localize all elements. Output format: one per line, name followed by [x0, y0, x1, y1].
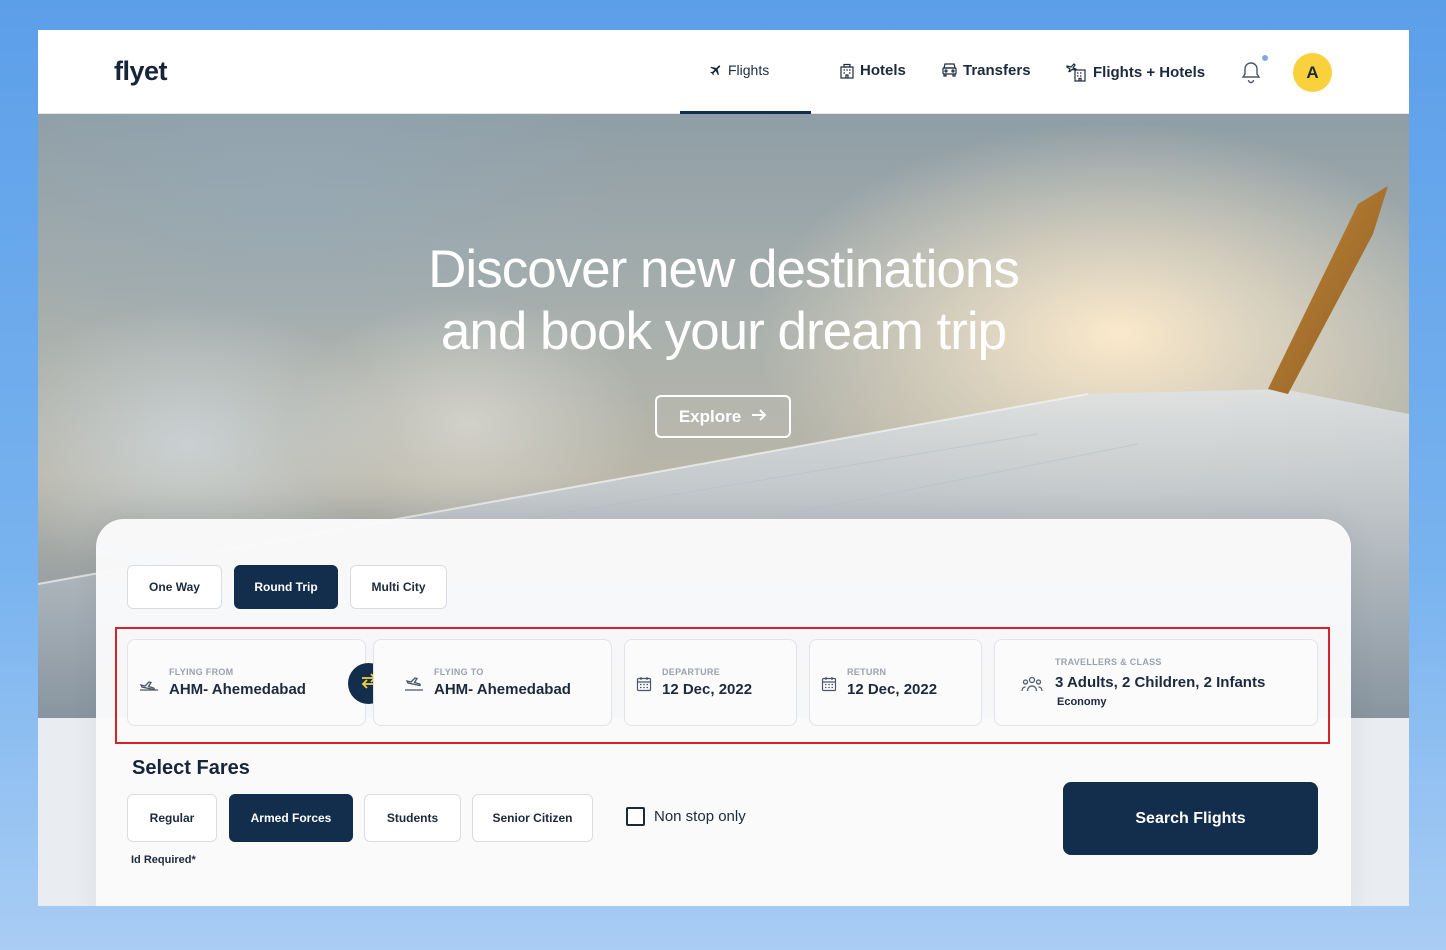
trip-type-one-way[interactable]: One Way	[127, 565, 222, 609]
trip-type-round-trip[interactable]: Round Trip	[234, 565, 338, 609]
explore-button[interactable]: Explore	[655, 395, 791, 438]
fare-students[interactable]: Students	[364, 794, 461, 842]
flying-from-label: FLYING FROM	[169, 667, 234, 677]
travel-class-value: Economy	[1057, 696, 1107, 708]
hero-headline-line2: and book your dream trip	[440, 302, 1007, 361]
nav-hotels[interactable]: Hotels	[839, 62, 906, 79]
top-header: flyet Flights Hotels Transfers Flights +	[38, 30, 1409, 114]
user-avatar[interactable]: A	[1293, 53, 1332, 92]
bell-icon	[1240, 62, 1262, 88]
nav-flights-hotels[interactable]: Flights + Hotels	[1066, 62, 1205, 82]
notification-dot	[1260, 53, 1270, 63]
notifications-button[interactable]	[1240, 60, 1262, 89]
fare-senior-citizen[interactable]: Senior Citizen	[472, 794, 593, 842]
arrow-right-icon	[751, 407, 767, 427]
search-flights-button[interactable]: Search Flights	[1063, 782, 1318, 855]
calendar-icon	[636, 676, 652, 697]
travellers-value: 3 Adults, 2 Children, 2 Infants	[1055, 674, 1266, 691]
calendar-icon	[821, 676, 837, 697]
hero-headline-line1: Discover new destinations	[428, 240, 1020, 299]
departure-value: 12 Dec, 2022	[662, 681, 753, 698]
return-label: RETURN	[847, 667, 887, 677]
travellers-label: TRAVELLERS & CLASS	[1055, 657, 1162, 667]
non-stop-toggle[interactable]: Non stop only	[626, 807, 746, 826]
takeoff-icon	[139, 676, 159, 697]
nav-transfers[interactable]: Transfers	[941, 62, 1031, 79]
car-icon	[941, 62, 958, 79]
fare-regular[interactable]: Regular	[127, 794, 217, 842]
hero-headline: Discover new destinations and book your …	[38, 239, 1409, 363]
brand-logo[interactable]: flyet	[114, 56, 168, 87]
flight-search-card: One Way Round Trip Multi City FLYING FRO…	[96, 519, 1351, 906]
landing-icon	[404, 676, 424, 697]
nav-flights[interactable]: Flights	[709, 62, 769, 78]
return-value: 12 Dec, 2022	[847, 681, 938, 698]
travellers-icon	[1021, 676, 1043, 697]
select-fares-heading: Select Fares	[132, 757, 250, 779]
explore-label: Explore	[678, 406, 742, 426]
flying-to-field[interactable]: FLYING TO AHM- Ahemedabad	[373, 639, 612, 726]
fare-armed-forces[interactable]: Armed Forces	[229, 794, 353, 842]
return-date-field[interactable]: RETURN 12 Dec, 2022	[809, 639, 982, 726]
flying-to-label: FLYING TO	[434, 667, 484, 677]
id-required-note: Id Required*	[131, 854, 196, 866]
nav-flights-hotels-label: Flights + Hotels	[1093, 63, 1206, 81]
flying-from-value: AHM- Ahemedabad	[169, 681, 306, 698]
flight-hotel-icon	[1066, 62, 1088, 82]
trip-type-multi-city[interactable]: Multi City	[350, 565, 447, 609]
flying-from-field[interactable]: FLYING FROM AHM- Ahemedabad	[127, 639, 366, 726]
travellers-class-field[interactable]: TRAVELLERS & CLASS 3 Adults, 2 Children,…	[994, 639, 1318, 726]
nav-hotels-label: Hotels	[860, 62, 906, 79]
departure-date-field[interactable]: DEPARTURE 12 Dec, 2022	[624, 639, 797, 726]
flying-to-value: AHM- Ahemedabad	[434, 681, 571, 698]
app-frame: flyet Flights Hotels Transfers Flights +	[38, 30, 1409, 906]
hotel-icon	[839, 63, 855, 79]
non-stop-checkbox[interactable]	[626, 807, 645, 826]
departure-label: DEPARTURE	[662, 667, 721, 677]
nav-flights-label: Flights	[728, 62, 770, 78]
nav-transfers-label: Transfers	[963, 62, 1031, 79]
plane-icon	[709, 63, 723, 77]
non-stop-label: Non stop only	[654, 808, 746, 825]
